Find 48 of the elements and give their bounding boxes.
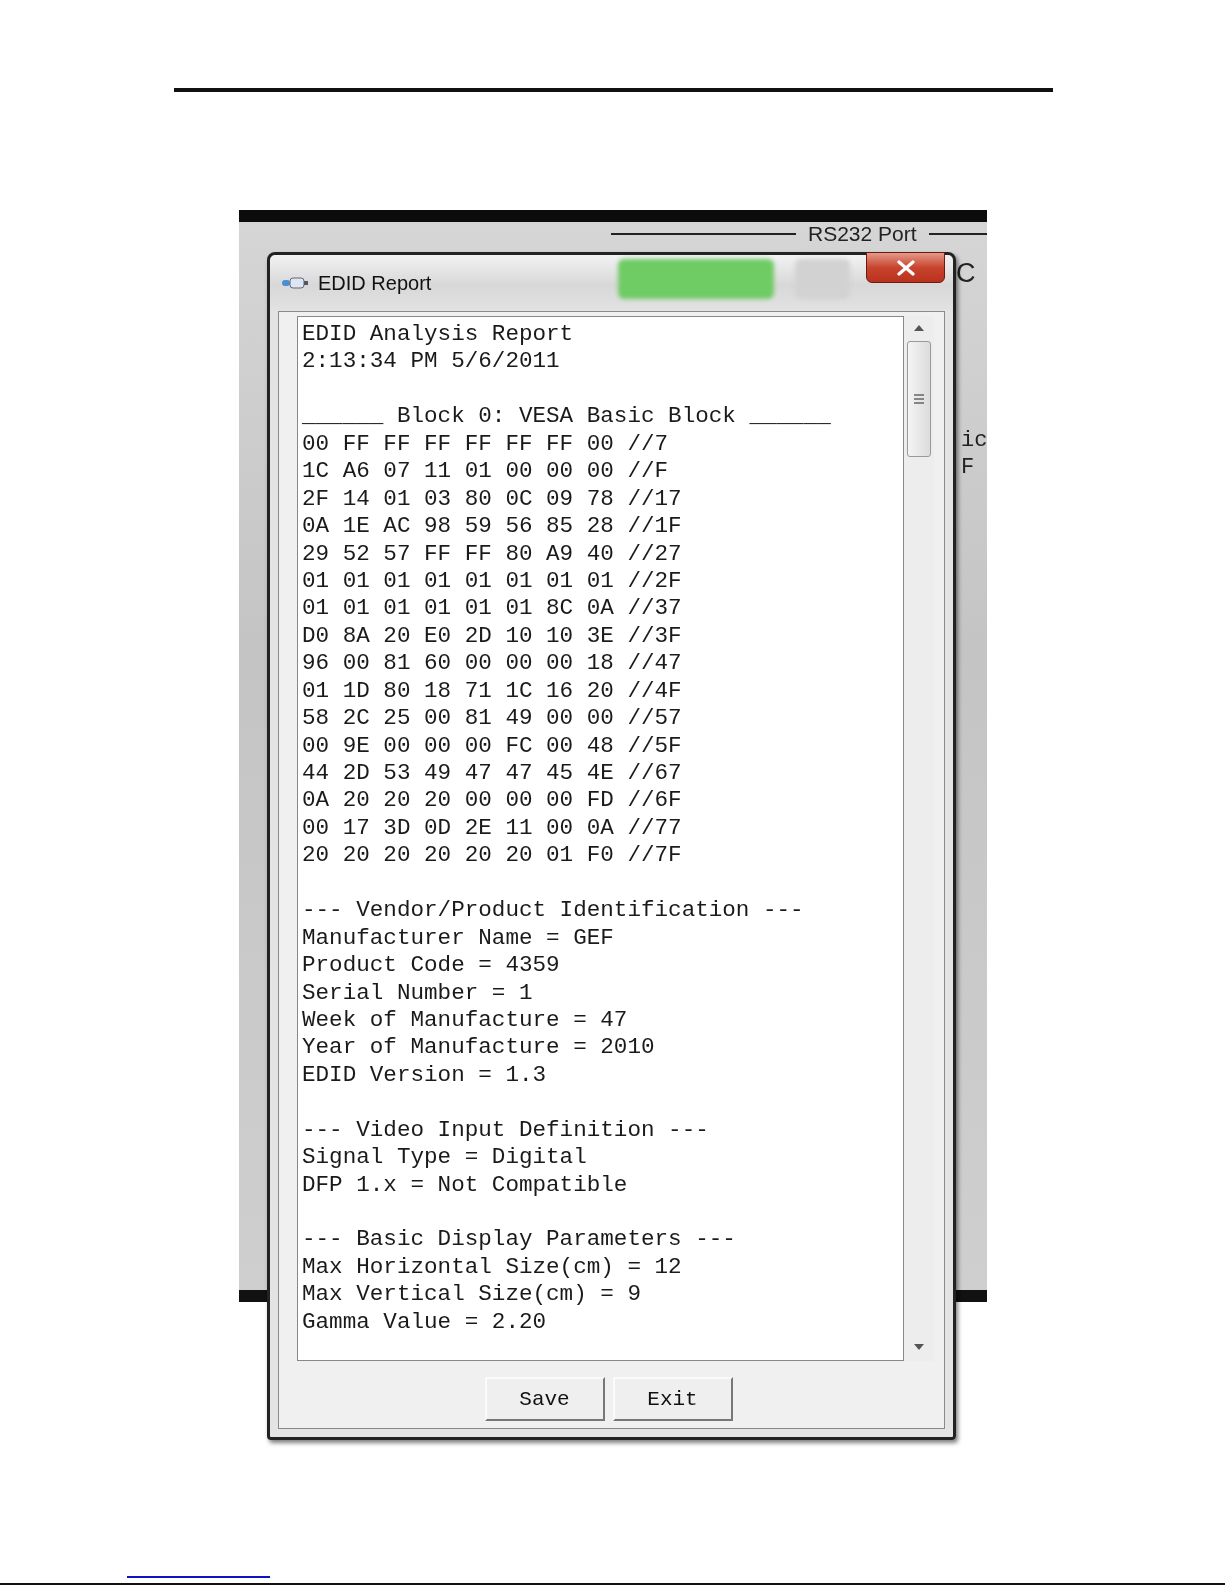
report-line: Max Vertical Size(cm) = 9 — [302, 1281, 642, 1309]
window-title: EDID Report — [318, 271, 432, 295]
report-line: 00 FF FF FF FF FF FF 00 //7 — [302, 430, 670, 459]
report-line: Max Horizontal Size(cm) = 12 — [302, 1253, 683, 1282]
grip-icon — [913, 393, 925, 405]
report-line: Gamma Value = 2.20 — [302, 1308, 548, 1337]
report-line: D0 8A 20 E0 2D 10 10 3E //3F — [302, 622, 683, 651]
report-line: 01 01 01 01 01 01 8C 0A //37 — [302, 595, 683, 623]
report-line: 00 17 3D 0D 2E 11 00 0A //77 — [302, 814, 683, 843]
report-line: EDID Version = 1.3 — [302, 1061, 548, 1090]
report-line: Serial Number = 1 — [302, 979, 534, 1007]
report-line: --- Basic Display Parameters --- — [302, 1226, 737, 1254]
dialog-button[interactable]: Save — [484, 1377, 605, 1421]
report-line: 01 01 01 01 01 01 01 01 //2F — [302, 567, 683, 596]
cut-text: ic — [961, 428, 987, 453]
report-line: 2F 14 01 03 80 0C 09 78 //17 — [302, 485, 683, 514]
report-line: ______ Block 0: VESA Basic Block ______ — [302, 403, 832, 431]
report-line: 29 52 57 FF FF 80 A9 40 //27 — [302, 540, 683, 568]
report-line: Product Code = 4359 — [302, 952, 561, 980]
report-line: 1C A6 07 11 01 00 00 00 //F — [302, 458, 670, 486]
report-line: 20 20 20 20 20 20 01 F0 //7F — [302, 842, 683, 870]
report-line: --- Vendor/Product Identification --- — [302, 897, 805, 925]
report-text-area[interactable] — [297, 316, 904, 1361]
report-line: 2:13:34 PM 5/6/2011 — [302, 348, 561, 376]
cut-text: F — [961, 455, 975, 480]
report-line: 58 2C 25 00 81 49 00 00 //57 — [302, 705, 683, 733]
plug-icon — [282, 277, 308, 289]
report-line: 96 00 81 60 00 00 00 18 //47 — [302, 650, 683, 678]
report-line: EDID Analysis Report — [302, 321, 575, 349]
dialog-button[interactable]: Exit — [612, 1377, 733, 1421]
report-line: Week of Manufacture = 47 — [302, 1006, 629, 1035]
cut-text: C — [956, 258, 976, 289]
report-line: Signal Type = Digital — [302, 1144, 588, 1172]
report-line: 01 1D 80 18 71 1C 16 20 //4F — [302, 677, 683, 706]
report-line: --- Video Input Definition --- — [302, 1116, 710, 1145]
report-line: 00 9E 00 00 00 FC 00 48 //5F — [302, 732, 683, 760]
scroll-thumb[interactable] — [907, 341, 931, 457]
report-line: Year of Manufacture = 2010 — [302, 1034, 656, 1062]
scroll-up-icon[interactable] — [913, 324, 925, 332]
close-button[interactable] — [866, 252, 945, 283]
group-label: RS232 Port — [808, 222, 917, 246]
report-line: Manufacturer Name = GEF — [302, 924, 615, 953]
close-icon — [895, 259, 916, 276]
report-line: 0A 1E AC 98 59 56 85 28 //1F — [302, 513, 683, 541]
report-line: 44 2D 53 49 47 47 45 4E //67 — [302, 760, 683, 788]
scroll-down-icon[interactable] — [913, 1343, 925, 1351]
report-line: DFP 1.x = Not Compatible — [302, 1171, 629, 1199]
report-line: 0A 20 20 20 00 00 00 FD //6F — [302, 787, 683, 815]
